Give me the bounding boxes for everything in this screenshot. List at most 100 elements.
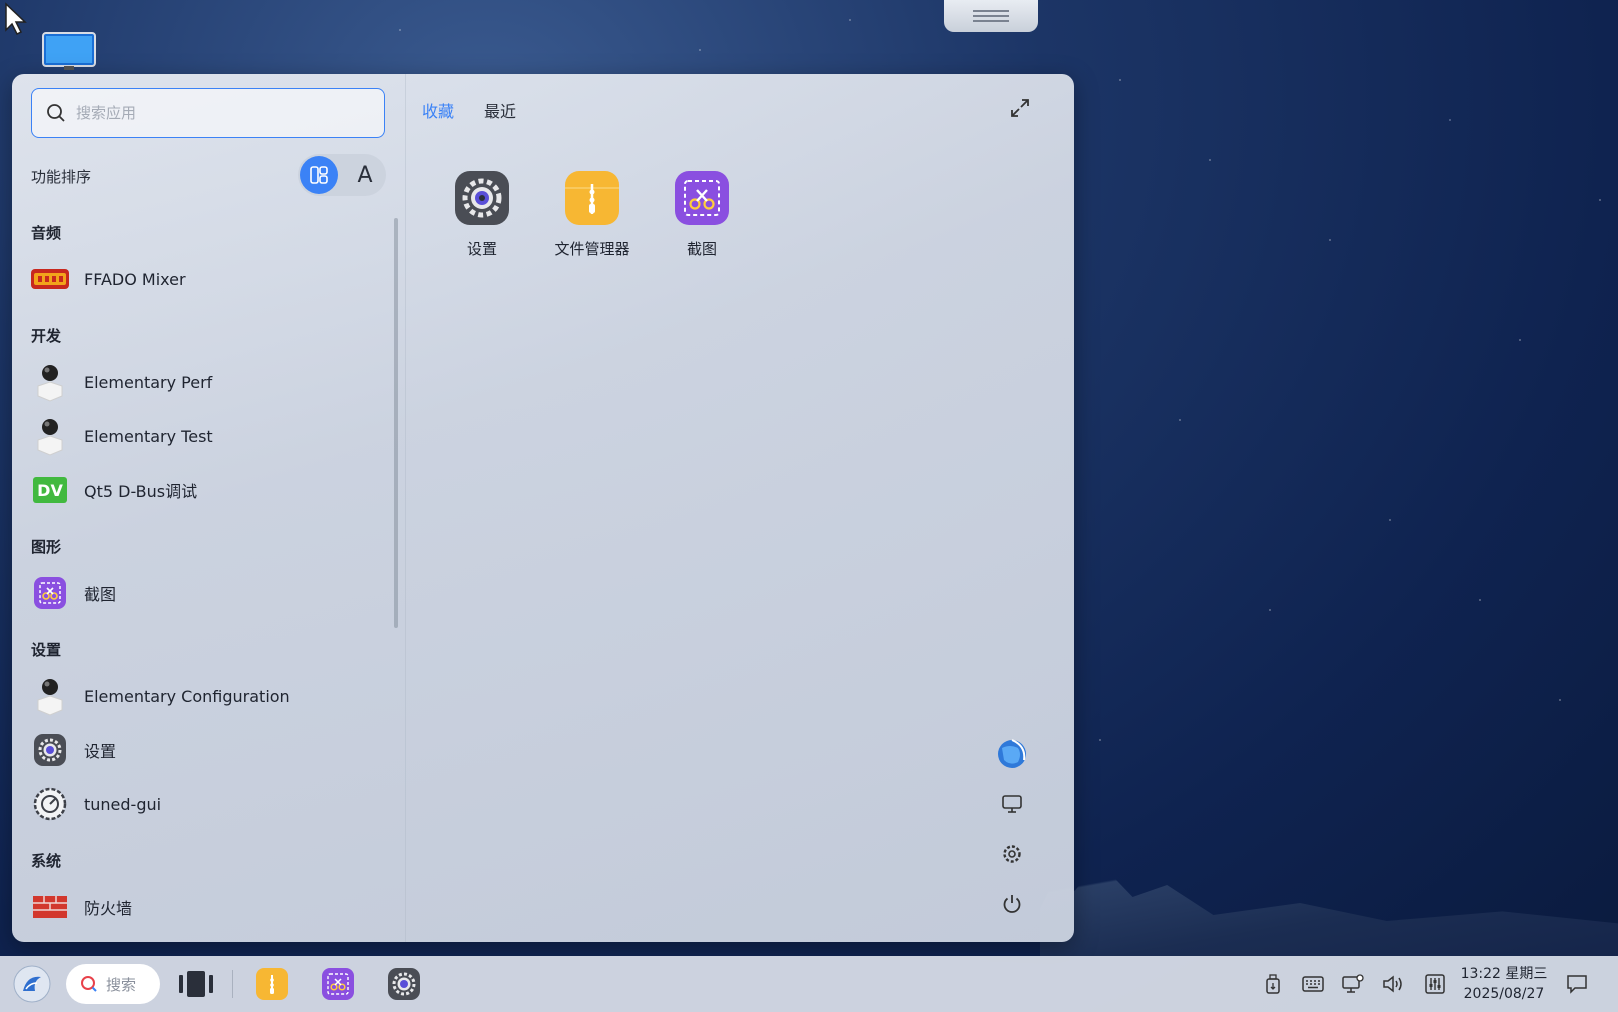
desktop-computer-icon[interactable] [42, 32, 96, 72]
wallpaper-mountains [1040, 861, 1618, 957]
taskbar: 搜索 13:22 星期三 2025/08/27 [0, 956, 1618, 1012]
gear-icon [1003, 845, 1021, 863]
app-name: Elementary Configuration [84, 686, 290, 706]
category-audio: 音频 [31, 224, 62, 242]
search-icon [47, 104, 65, 122]
category-system: 系统 [31, 852, 62, 870]
speaker-volume-icon [1383, 975, 1402, 993]
tray-keyboard-button[interactable] [1300, 964, 1326, 1004]
sliders-icon [1425, 974, 1445, 994]
svg-text:DV: DV [37, 481, 63, 500]
mouse-cursor-icon [5, 2, 27, 36]
tray-network-button[interactable] [1340, 964, 1366, 1004]
app-item-elementary-configuration[interactable]: Elementary Configuration [12, 669, 390, 723]
multitask-view-button[interactable] [176, 964, 216, 1004]
category-development: 开发 [31, 327, 62, 345]
monitor-icon [1002, 795, 1022, 813]
usb-drive-icon [1266, 974, 1280, 994]
app-item-qt5-dbus[interactable]: DV Qt5 D-Bus调试 [12, 463, 390, 517]
keyboard-icon [1302, 976, 1324, 992]
app-item-tuned-gui[interactable]: tuned-gui [12, 777, 390, 831]
power-icon [1003, 895, 1021, 913]
firewall-icon [33, 896, 67, 918]
sort-alphabetical-button[interactable]: A [346, 156, 384, 194]
launcher-logo-icon [13, 965, 51, 1003]
screenshot-icon [322, 968, 354, 1000]
tray-control-center-button[interactable] [1422, 964, 1448, 1004]
file-manager-icon [565, 171, 619, 225]
sort-by-category-button[interactable] [300, 156, 338, 194]
clock-time: 13:22 星期三 [1460, 966, 1548, 982]
tray-volume-button[interactable] [1380, 964, 1406, 1004]
start-menu-button[interactable] [12, 964, 52, 1004]
app-launcher: 功能排序 A 音频 [12, 74, 1074, 942]
tuned-gui-icon [33, 787, 67, 821]
app-item-firewall[interactable]: 防火墙 [12, 880, 390, 934]
app-item-elementary-test[interactable]: Elementary Test [12, 409, 390, 463]
app-item-settings[interactable]: 设置 [12, 723, 390, 777]
settings-button[interactable] [994, 836, 1030, 872]
favorite-app-settings[interactable]: 设置 [432, 168, 532, 259]
taskbar-app-settings[interactable] [384, 964, 424, 1004]
app-name: FFADO Mixer [84, 269, 186, 289]
app-name: 设置 [84, 742, 117, 761]
browser-button[interactable] [994, 736, 1030, 772]
elementary-configuration-icon [37, 679, 63, 716]
app-item-screenshot[interactable]: 截图 [12, 566, 390, 620]
settings-gear-icon [34, 734, 66, 766]
show-desktop-button[interactable] [994, 786, 1030, 822]
taskbar-app-screenshot[interactable] [318, 964, 358, 1004]
app-name: 防火墙 [84, 899, 133, 918]
app-name: tuned-gui [84, 794, 162, 814]
settings-gear-icon [388, 968, 420, 1000]
fullscreen-expand-icon[interactable] [1008, 96, 1032, 120]
favorite-app-label: 设置 [466, 240, 497, 258]
multitask-view-icon [179, 971, 213, 997]
taskbar-search[interactable]: 搜索 [66, 964, 160, 1004]
app-name: Qt5 D-Bus调试 [84, 482, 198, 501]
category-graphics: 图形 [31, 538, 62, 556]
app-list: 音频 FFADO Mixer 开发 Elementary Perf Elemen… [12, 208, 392, 942]
favorite-app-label: 文件管理器 [554, 240, 630, 258]
qt5-dbus-icon: DV [33, 477, 67, 503]
search-input[interactable] [76, 104, 356, 122]
clock-date: 2025/08/27 [1463, 986, 1545, 1002]
settings-gear-icon [455, 171, 509, 225]
favorite-app-screenshot[interactable]: 截图 [652, 168, 752, 259]
tab-recent[interactable]: 最近 [484, 98, 516, 122]
elementary-test-icon [37, 419, 63, 456]
taskbar-app-file-manager[interactable] [252, 964, 292, 1004]
notification-center-button[interactable] [1562, 964, 1592, 1004]
category-settings: 设置 [31, 641, 62, 659]
screenshot-icon [34, 577, 66, 609]
elementary-perf-icon [37, 365, 63, 402]
app-item-elementary-perf[interactable]: Elementary Perf [12, 355, 390, 409]
tab-favorites[interactable]: 收藏 [422, 98, 454, 122]
search-icon [81, 976, 97, 992]
favorite-app-label: 截图 [686, 240, 717, 258]
app-name: Elementary Perf [84, 372, 213, 392]
app-list-pane: 功能排序 A 音频 [12, 74, 406, 942]
favorite-app-file-manager[interactable]: 文件管理器 [542, 168, 642, 259]
sort-label: 功能排序 [31, 168, 92, 186]
app-name: Elementary Test [84, 426, 213, 446]
network-icon [1342, 974, 1364, 993]
ffado-mixer-icon [31, 269, 69, 289]
file-manager-icon [256, 968, 288, 1000]
taskbar-clock[interactable]: 13:22 星期三 2025/08/27 [1458, 964, 1550, 1004]
app-list-scrollbar[interactable] [394, 218, 398, 628]
notification-chat-icon [1567, 975, 1587, 994]
sort-mode-toggle: A [298, 154, 386, 196]
tray-usb-button[interactable] [1262, 964, 1284, 1004]
launcher-tabs: 收藏 最近 [422, 98, 516, 122]
top-panel-handle[interactable] [944, 0, 1038, 32]
power-button[interactable] [994, 886, 1030, 922]
taskbar-divider [232, 970, 233, 998]
globe-browser-icon [998, 739, 1026, 768]
category-grid-icon [310, 166, 328, 184]
taskbar-search-label: 搜索 [106, 975, 137, 994]
app-name: 截图 [84, 585, 117, 604]
screenshot-icon [675, 171, 729, 225]
search-input-box[interactable] [31, 88, 385, 138]
app-item-ffado-mixer[interactable]: FFADO Mixer [12, 252, 390, 306]
